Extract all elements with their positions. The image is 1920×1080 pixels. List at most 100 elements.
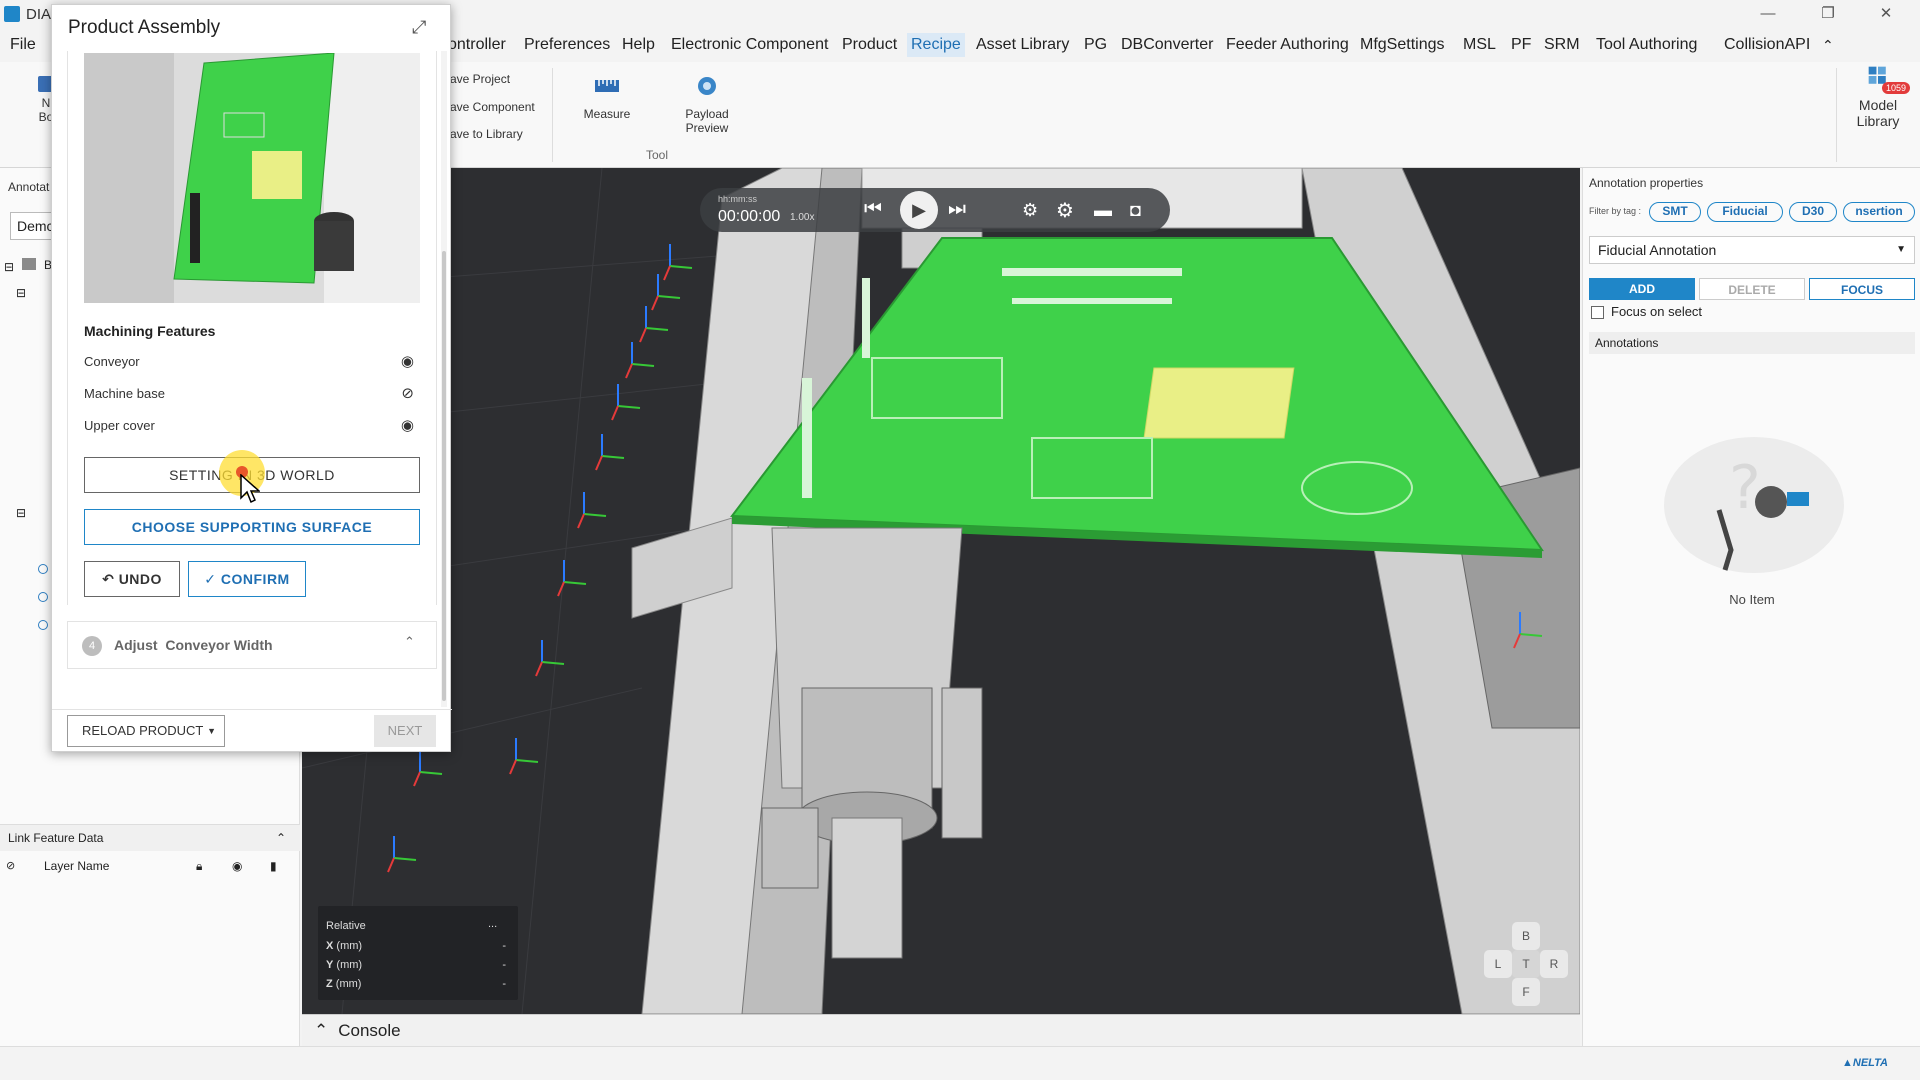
menu-product[interactable]: Product — [838, 33, 901, 57]
ribbon-save-to-library[interactable]: ave to Library — [450, 127, 523, 141]
menu-electronic-component[interactable]: Electronic Component — [667, 33, 832, 57]
brand-name: NELTA — [1852, 1057, 1888, 1069]
play-icon: ▶ — [912, 200, 926, 220]
menu-tool-authoring[interactable]: Tool Authoring — [1592, 33, 1701, 57]
delete-button[interactable]: DELETE — [1699, 278, 1805, 300]
payload-label-1: Payload — [685, 107, 729, 121]
annotation-type-select[interactable]: Fiducial Annotation ▼ — [1589, 236, 1915, 264]
tag-smt[interactable]: SMT — [1649, 202, 1701, 222]
ribbon-save-component[interactable]: ave Component — [450, 100, 535, 114]
menu-feeder-authoring[interactable]: Feeder Authoring — [1222, 33, 1353, 57]
coord-menu-icon[interactable]: ... — [488, 918, 497, 930]
stepper-border — [67, 51, 68, 605]
time-format-label: hh:mm:ss — [718, 194, 758, 204]
skip-back-icon[interactable]: ⏮ — [864, 198, 882, 221]
model-library-label-1: Model — [1858, 97, 1898, 113]
collapse-chevron-icon[interactable]: ⌃ — [276, 825, 286, 851]
measure-button[interactable]: Measure — [582, 72, 632, 121]
confirm-button[interactable]: ✓ CONFIRM — [188, 561, 306, 597]
menu-controller[interactable]: ontroller — [444, 33, 510, 57]
reload-product-button[interactable]: RELOAD PRODUCT ▼ — [67, 715, 225, 747]
console-bar[interactable]: ⌃ Console — [302, 1014, 1580, 1046]
model-library-label-2: Library — [1856, 113, 1900, 129]
step-adjust-conveyor-width[interactable]: 4 Adjust Conveyor Width ⌃ — [67, 621, 437, 669]
video-camera-icon[interactable]: ▬ — [1094, 200, 1112, 221]
speed-display[interactable]: 1.00x — [790, 212, 814, 223]
layer-name-column[interactable]: Layer Name — [44, 855, 109, 877]
settings-gear-icon[interactable]: ⚙ — [1056, 198, 1074, 223]
menu-msl[interactable]: MSL — [1459, 33, 1500, 57]
expand-icon[interactable]: ⤢ — [412, 17, 426, 38]
menu-mfgsettings[interactable]: MfgSettings — [1356, 33, 1448, 57]
tree-expand-icon[interactable]: ⊟ — [16, 286, 26, 300]
dialog-scrollbar-thumb[interactable] — [442, 251, 446, 701]
feature-machine-base-label: Machine base — [84, 386, 165, 401]
scene-render — [302, 168, 1580, 1014]
eye-icon[interactable]: ◉ — [232, 855, 242, 877]
choose-supporting-surface-button[interactable]: CHOOSE SUPPORTING SURFACE — [84, 509, 420, 545]
menu-file[interactable]: File — [6, 33, 40, 57]
play-button[interactable]: ▶ — [900, 191, 938, 229]
3d-viewport[interactable] — [302, 168, 1580, 1014]
menu-collapse-icon[interactable]: ⌃ — [1818, 33, 1838, 57]
tree-node-icon — [38, 620, 48, 630]
model-library-button[interactable]: 1059 Model Library — [1848, 62, 1911, 129]
console-expand-icon[interactable]: ⌃ — [314, 1021, 328, 1040]
minimize-button[interactable]: — — [1748, 4, 1788, 24]
menu-collisionapi[interactable]: CollisionAPI — [1720, 33, 1814, 57]
step-forward-icon[interactable]: ⏭ — [948, 198, 966, 221]
next-button[interactable]: NEXT — [374, 715, 436, 747]
menu-pf[interactable]: PF — [1507, 33, 1535, 57]
screenshot-camera-icon[interactable]: ◘ — [1130, 200, 1141, 221]
undo-button[interactable]: ↶ UNDO — [84, 561, 180, 597]
tree-expand-icon[interactable]: ⊟ — [4, 260, 14, 274]
empty-state-label: No Item — [1729, 592, 1775, 607]
lock-icon[interactable]: 🔒︎ — [196, 855, 202, 877]
view-top-button[interactable]: T — [1512, 950, 1540, 978]
menu-pg[interactable]: PG — [1080, 33, 1111, 57]
robot-arm-icon[interactable]: ⚙ — [1022, 200, 1038, 221]
svg-text:?: ? — [1729, 453, 1761, 523]
eye-visible-icon[interactable]: ◉ — [401, 415, 414, 437]
trash-icon[interactable]: ▮ — [270, 855, 277, 877]
close-button[interactable]: ✕ — [1866, 4, 1906, 24]
time-display: 00:00:00 — [718, 208, 781, 225]
view-right-button[interactable]: R — [1540, 950, 1568, 978]
payload-preview-button[interactable]: Payload Preview — [680, 72, 734, 135]
menu-dbconverter[interactable]: DBConverter — [1117, 33, 1217, 57]
menu-help[interactable]: Help — [618, 33, 659, 57]
tag-d30[interactable]: D30 — [1789, 202, 1837, 222]
view-left-button[interactable]: L — [1484, 950, 1512, 978]
menu-asset-library[interactable]: Asset Library — [972, 33, 1073, 57]
feature-upper-cover-label: Upper cover — [84, 418, 155, 433]
ribbon-divider — [552, 68, 553, 162]
filter-by-tag-label: Filter by tag : — [1589, 206, 1642, 216]
coord-x-value: - — [502, 940, 506, 952]
status-bar: ▲NELTA — [0, 1046, 1920, 1080]
menu-recipe[interactable]: Recipe — [907, 33, 965, 57]
menu-preferences[interactable]: Preferences — [520, 33, 614, 57]
ribbon-save-project[interactable]: ave Project — [450, 72, 510, 86]
undo-label: UNDO — [118, 571, 162, 587]
coord-row-z: Z (mm) - — [326, 978, 506, 990]
coord-y-label: Y — [326, 959, 334, 971]
maximize-button[interactable]: ❐ — [1808, 4, 1848, 24]
menu-srm[interactable]: SRM — [1540, 33, 1584, 57]
tag-insertion[interactable]: nsertion — [1843, 202, 1915, 222]
ribbon-divider-right — [1836, 68, 1837, 162]
model-library-badge: 1059 — [1882, 82, 1911, 94]
app-title: DIA — [26, 6, 52, 23]
eye-hidden-icon[interactable]: ⊘ — [401, 383, 414, 405]
view-back-button[interactable]: B — [1512, 922, 1540, 950]
link-feature-header: Link Feature Data ⌃ — [0, 825, 300, 851]
tree-expand-icon[interactable]: ⊟ — [16, 506, 26, 520]
chevron-up-icon[interactable]: ⌃ — [404, 634, 415, 650]
view-front-button[interactable]: F — [1512, 978, 1540, 1006]
focus-on-select-checkbox[interactable] — [1591, 306, 1604, 319]
dialog-scrollbar[interactable] — [441, 51, 447, 707]
focus-button[interactable]: FOCUS — [1809, 278, 1915, 300]
eye-visible-icon[interactable]: ◉ — [401, 351, 414, 373]
step-label: Adjust Conveyor Width — [114, 637, 273, 653]
tag-fiducial[interactable]: Fiducial — [1707, 202, 1783, 222]
add-button[interactable]: ADD — [1589, 278, 1695, 300]
